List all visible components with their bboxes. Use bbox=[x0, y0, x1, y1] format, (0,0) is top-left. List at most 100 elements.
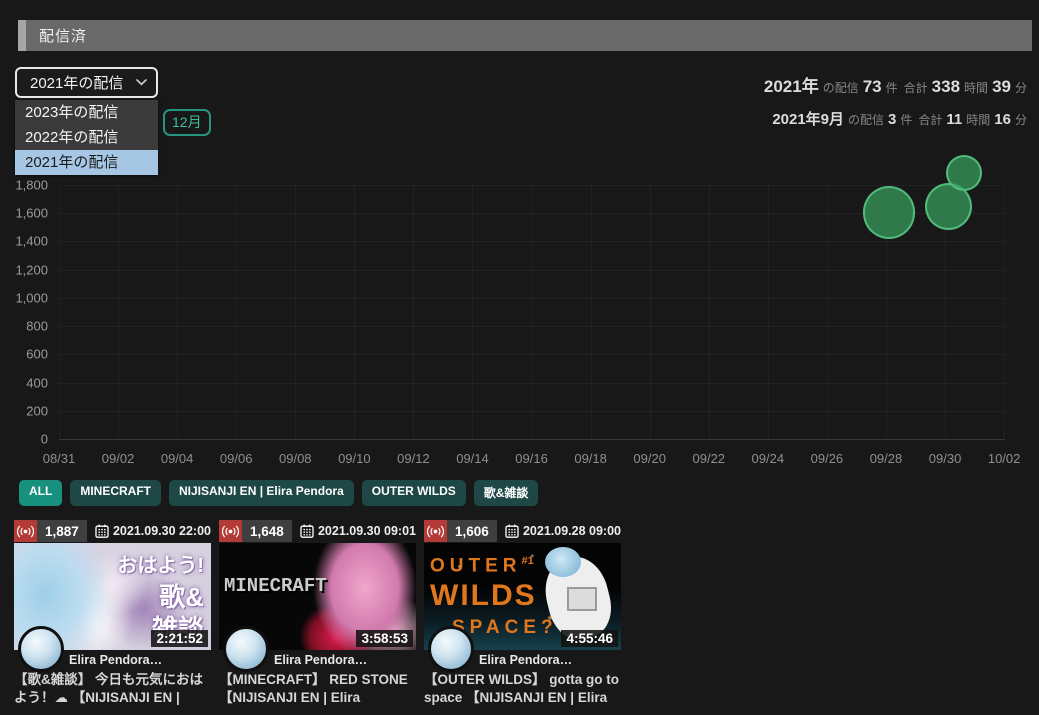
video-title[interactable]: 【歌&雑談】 今日も元気におはよう！☁ 【NIJISANJI EN | Elir… bbox=[14, 671, 210, 707]
x-axis-tick: 08/31 bbox=[42, 451, 76, 466]
stats-text: 分 bbox=[1014, 81, 1027, 95]
stats-text: 73 bbox=[862, 77, 882, 96]
gridline-vertical bbox=[354, 185, 356, 439]
chevron-down-icon bbox=[136, 79, 147, 86]
year-option[interactable]: 2022年の配信 bbox=[15, 125, 158, 150]
stats-text: 2021年9月 bbox=[772, 111, 845, 128]
live-badge bbox=[424, 520, 447, 542]
stream-bubble-chart: 0 200 400 600 800 1,000 1,200 1,400 1,600 1,800 08… bbox=[0, 154, 1039, 478]
y-axis-tick: 400 bbox=[26, 375, 48, 391]
x-axis-tick: 09/24 bbox=[751, 451, 785, 466]
stats-text: 16 bbox=[994, 111, 1011, 128]
year-dropdown: 2023年の配信 2022年の配信 2021年の配信 bbox=[15, 100, 158, 175]
year-select[interactable]: 2021年の配信 bbox=[15, 67, 158, 98]
filter-tag[interactable]: OUTER WILDS bbox=[361, 480, 466, 506]
stream-date: 2021.09.30 22:00 bbox=[95, 524, 211, 538]
filter-tag[interactable]: NIJISANJI EN | Elira Pendora bbox=[169, 480, 354, 506]
calendar-icon bbox=[505, 524, 519, 538]
live-badge bbox=[219, 520, 242, 542]
stream-date-text: 2021.09.30 09:01 bbox=[317, 524, 416, 538]
x-axis-tick: 09/26 bbox=[810, 451, 844, 466]
stats-text: 3 bbox=[888, 111, 897, 128]
card-info-bar: 1,648 2021.09.30 09:01 bbox=[219, 520, 416, 542]
gridline-vertical bbox=[118, 185, 120, 439]
page-title: 配信済 bbox=[39, 28, 88, 45]
y-axis-tick: 1,400 bbox=[15, 233, 48, 249]
video-card[interactable]: 1,648 2021.09.30 09:01 MINECRAFT 3:58:53 Eli… bbox=[219, 520, 416, 712]
video-title[interactable]: 【MINECRAFT】 RED STONE 【NIJISANJI EN | El… bbox=[219, 671, 415, 707]
gridline-vertical bbox=[708, 185, 710, 439]
stats-text: 338 bbox=[931, 77, 961, 96]
x-axis-tick: 09/16 bbox=[515, 451, 548, 466]
filter-tag[interactable]: ALL bbox=[19, 480, 63, 506]
duration-badge: 4:55:46 bbox=[561, 630, 618, 647]
y-axis-tick: 200 bbox=[26, 403, 48, 419]
x-axis-tick: 09/18 bbox=[574, 451, 607, 466]
year-option[interactable]: 2023年の配信 bbox=[15, 100, 158, 125]
x-axis-tick: 09/02 bbox=[101, 451, 135, 466]
video-title[interactable]: 【OUTER WILDS】 gotta go to space 【NIJISAN… bbox=[424, 671, 620, 707]
x-axis-tick: 09/22 bbox=[692, 451, 726, 466]
viewer-count: 1,606 bbox=[447, 520, 497, 542]
month-stats: 2021年9月 の配信 3 件合計 11 時間 16 分 bbox=[771, 108, 1030, 129]
channel-name[interactable]: Elira Pendora… bbox=[69, 653, 162, 667]
filter-tag[interactable]: MINECRAFT bbox=[70, 480, 161, 506]
gridline-vertical bbox=[649, 185, 651, 439]
year-stats: 2021年 の配信 73 件合計 338 時間 39 分 bbox=[763, 72, 1030, 97]
astronaut-panel bbox=[567, 587, 597, 611]
gridline-vertical bbox=[177, 185, 179, 439]
video-cards: 1,887 2021.09.30 22:00 おはよう! 歌& 雑談 2:21:52 Eli… bbox=[14, 520, 621, 712]
channel-avatar[interactable] bbox=[18, 626, 64, 672]
channel-avatar[interactable] bbox=[223, 626, 269, 672]
stats-text: 合計 bbox=[903, 81, 928, 95]
gridline-vertical bbox=[590, 185, 592, 439]
calendar-icon bbox=[95, 524, 109, 538]
stats-text: 分 bbox=[1014, 113, 1027, 127]
y-axis-tick: 1,000 bbox=[15, 290, 48, 306]
calendar-icon bbox=[300, 524, 314, 538]
gridline-vertical bbox=[826, 185, 828, 439]
thumbnail-text: おはよう! bbox=[117, 555, 204, 577]
stats-text: の配信 bbox=[822, 81, 859, 95]
video-card[interactable]: 1,887 2021.09.30 22:00 おはよう! 歌& 雑談 2:21:52 Eli… bbox=[14, 520, 211, 712]
broadcast-icon bbox=[222, 525, 239, 537]
y-axis-tick: 1,600 bbox=[15, 205, 48, 221]
x-axis-tick: 09/20 bbox=[633, 451, 666, 466]
x-axis-tick: 09/30 bbox=[928, 451, 962, 466]
x-axis-tick: 10/02 bbox=[987, 451, 1021, 466]
stream-date: 2021.09.28 09:00 bbox=[505, 524, 621, 538]
thumbnail-text: WILDS bbox=[430, 579, 537, 612]
gridline-vertical bbox=[1004, 185, 1006, 439]
x-axis-tick: 09/04 bbox=[160, 451, 194, 466]
filter-tag[interactable]: 歌&雑談 bbox=[473, 480, 539, 506]
gridline-vertical bbox=[413, 185, 415, 439]
y-axis-tick: 1,200 bbox=[15, 262, 48, 278]
channel-name[interactable]: Elira Pendora… bbox=[479, 653, 572, 667]
stream-bubble[interactable] bbox=[862, 186, 916, 239]
channel-avatar[interactable] bbox=[428, 626, 474, 672]
viewer-count: 1,887 bbox=[37, 520, 87, 542]
gridline-vertical bbox=[767, 185, 769, 439]
broadcast-icon bbox=[17, 525, 34, 537]
stats-text: 時間 bbox=[966, 113, 991, 127]
x-axis-tick: 09/12 bbox=[397, 451, 430, 466]
gridline-vertical bbox=[472, 185, 474, 439]
stream-date-text: 2021.09.30 22:00 bbox=[112, 524, 211, 538]
x-axis-tick: 09/14 bbox=[456, 451, 489, 466]
thumbnail-text: MINECRAFT bbox=[224, 575, 327, 597]
gridline-vertical bbox=[59, 185, 60, 439]
y-axis-tick: 600 bbox=[26, 346, 48, 362]
month-filter-button[interactable]: 12月 bbox=[163, 109, 211, 136]
stats-text: 件 bbox=[885, 81, 898, 95]
stream-date-text: 2021.09.28 09:00 bbox=[522, 524, 621, 538]
stream-bubble[interactable] bbox=[945, 154, 983, 191]
live-badge bbox=[14, 520, 37, 542]
stats-text: 11 bbox=[946, 111, 963, 128]
astronaut-head bbox=[545, 547, 581, 577]
channel-name[interactable]: Elira Pendora… bbox=[274, 653, 367, 667]
y-axis-tick: 1,800 bbox=[15, 177, 48, 193]
x-axis-tick: 09/08 bbox=[278, 451, 312, 466]
year-option[interactable]: 2021年の配信 bbox=[15, 150, 158, 175]
stats-text: の配信 bbox=[848, 113, 885, 127]
video-card[interactable]: 1,606 2021.09.28 09:00 OUTER#1 WILDS SPACE? 4… bbox=[424, 520, 621, 712]
